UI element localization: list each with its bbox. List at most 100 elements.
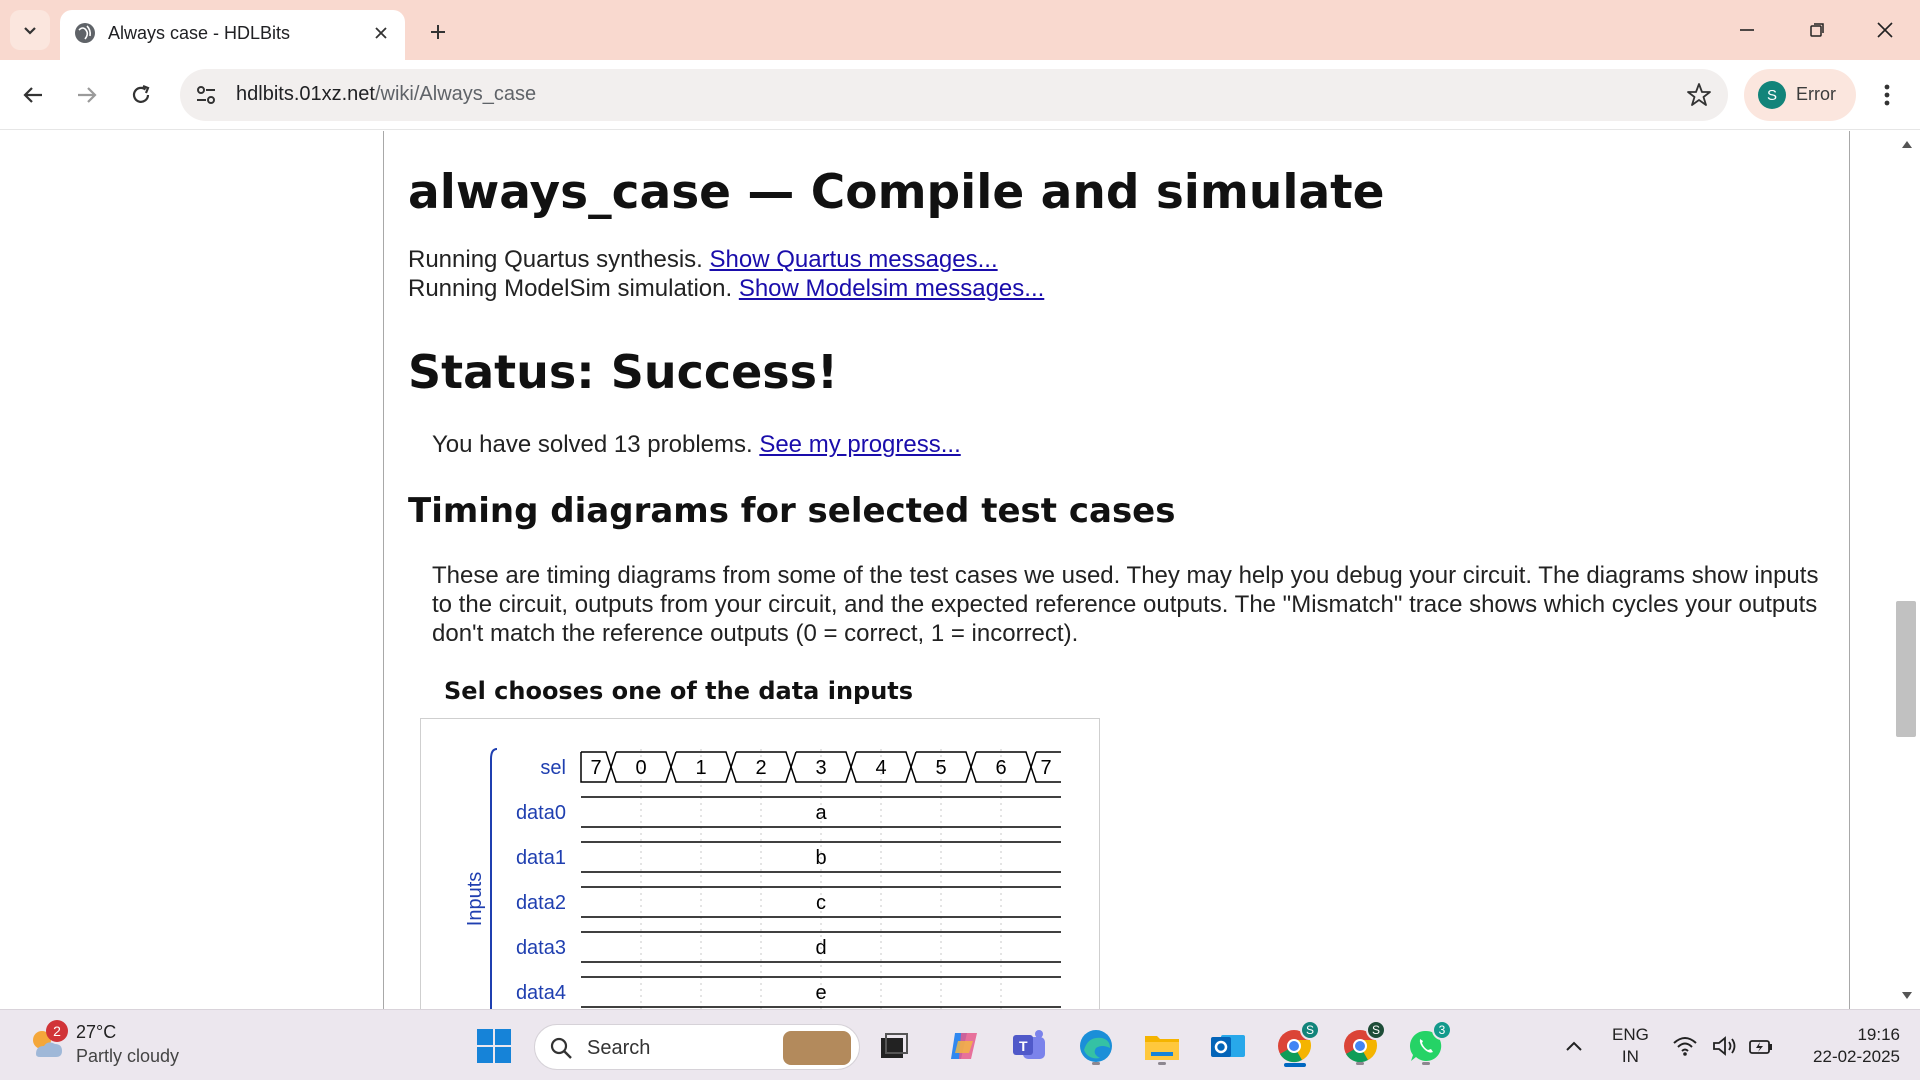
start-button[interactable] xyxy=(472,1024,516,1068)
minimize-icon xyxy=(1740,29,1754,31)
url-path: /wiki/Always_case xyxy=(374,83,537,105)
sel-value-label: 3 xyxy=(815,757,826,779)
signal-label-data0: data0 xyxy=(516,802,566,824)
active-tab[interactable]: Always case - HDLBits xyxy=(60,10,405,60)
page-title: always_case — Compile and simulate xyxy=(408,165,1385,220)
signal-label-data4: data4 xyxy=(516,982,566,1004)
profile-button[interactable]: S Error xyxy=(1744,69,1856,121)
weather-temperature[interactable]: 27°C xyxy=(76,1022,116,1043)
group-bracket xyxy=(490,748,498,1009)
sel-value-label: 7 xyxy=(1040,757,1051,779)
show-hidden-icons-button[interactable] xyxy=(1552,1024,1596,1068)
tab-close-button[interactable] xyxy=(366,18,396,48)
globe-icon xyxy=(75,23,95,43)
teams-button[interactable]: T xyxy=(1008,1024,1052,1068)
search-placeholder: Search xyxy=(587,1037,651,1059)
file-explorer-button[interactable] xyxy=(1140,1024,1184,1068)
signal-label-data3: data3 xyxy=(516,937,566,959)
sel-value-label: 4 xyxy=(875,757,886,779)
task-view-button[interactable] xyxy=(872,1024,916,1068)
see-progress-link[interactable]: See my progress... xyxy=(759,431,960,458)
scroll-up-icon[interactable] xyxy=(1901,139,1913,149)
weather-description[interactable]: Partly cloudy xyxy=(76,1046,179,1067)
arrow-left-icon xyxy=(23,87,42,103)
page-scrollbar[interactable] xyxy=(1894,131,1920,1009)
tab-title: Always case - HDLBits xyxy=(108,23,291,43)
volume-status[interactable] xyxy=(1708,1024,1742,1068)
timing-diagram: Inputs sel 7 0 1 2 3 4 5 6 7 data0 a data1 b data2 c data… xyxy=(420,718,1100,1009)
restore-button[interactable] xyxy=(1792,10,1842,50)
quartus-text: Running Quartus synthesis. xyxy=(408,246,710,273)
signal-label-sel: sel xyxy=(540,757,566,779)
running-indicator xyxy=(1356,1062,1364,1065)
browser-menu-button[interactable] xyxy=(1872,76,1902,114)
language-code: ENG xyxy=(1612,1025,1649,1044)
tab-search-button[interactable] xyxy=(10,10,50,50)
show-quartus-link[interactable]: Show Quartus messages... xyxy=(710,246,998,273)
url-host: hdlbits.01xz.net xyxy=(236,83,375,105)
signal-label-data2: data2 xyxy=(516,892,566,914)
region-code: IN xyxy=(1621,1047,1639,1066)
close-window-button[interactable] xyxy=(1860,10,1910,50)
back-button[interactable] xyxy=(14,76,52,114)
address-bar[interactable]: hdlbits.01xz.net/wiki/Always_case xyxy=(180,69,1728,121)
modelsim-text: Running ModelSim simulation. xyxy=(408,275,739,302)
more-vertical-icon xyxy=(1884,84,1890,106)
modelsim-line: Running ModelSim simulation. Show Models… xyxy=(408,275,1044,303)
search-icon xyxy=(550,1037,572,1059)
language-indicator[interactable]: ENG IN xyxy=(1612,1024,1649,1068)
taskbar-search-box[interactable]: Search xyxy=(534,1024,860,1070)
bus-value-data4: e xyxy=(815,982,826,1004)
testcase-title: Sel chooses one of the data inputs xyxy=(444,677,914,705)
wifi-status[interactable] xyxy=(1668,1024,1702,1068)
system-clock[interactable]: 19:16 22-02-2025 xyxy=(1790,1024,1900,1068)
volume-icon xyxy=(1713,1036,1736,1056)
bus-value-data1: b xyxy=(815,847,826,869)
chevron-down-icon xyxy=(24,27,36,35)
clock-date: 22-02-2025 xyxy=(1813,1047,1900,1066)
chrome-profile-badge: S xyxy=(1300,1020,1320,1040)
outlook-button[interactable] xyxy=(1206,1024,1250,1068)
avatar: S xyxy=(1758,81,1786,109)
page-viewport: always_case — Compile and simulate Runni… xyxy=(0,131,1920,1009)
arrow-right-icon xyxy=(78,87,97,103)
reload-icon xyxy=(132,84,150,103)
chrome-profile-badge: S xyxy=(1366,1020,1386,1040)
copilot-icon xyxy=(951,1033,977,1059)
sel-value-label: 0 xyxy=(635,757,646,779)
plus-icon xyxy=(431,25,445,39)
minimize-button[interactable] xyxy=(1722,10,1772,50)
forward-button[interactable] xyxy=(68,76,106,114)
bookmark-star-icon[interactable] xyxy=(1686,82,1712,108)
sel-value-label: 6 xyxy=(995,757,1006,779)
running-indicator xyxy=(1422,1062,1430,1065)
timing-heading: Timing diagrams for selected test cases xyxy=(408,491,1176,531)
signal-label-data1: data1 xyxy=(516,847,566,869)
task-view-icon xyxy=(881,1033,908,1058)
whatsapp-button[interactable]: 3 xyxy=(1404,1020,1452,1068)
search-highlight-image xyxy=(783,1031,851,1065)
close-icon xyxy=(1877,22,1893,38)
running-indicator xyxy=(1158,1062,1166,1065)
folder-icon xyxy=(1145,1036,1179,1060)
scroll-down-icon[interactable] xyxy=(1901,991,1913,1001)
sel-value-label: 7 xyxy=(590,757,601,779)
scrollbar-thumb[interactable] xyxy=(1896,601,1916,737)
tab-strip: Always case - HDLBits xyxy=(0,0,1920,60)
solved-text: You have solved 13 problems. xyxy=(432,431,760,458)
whatsapp-notification-badge: 3 xyxy=(1432,1020,1452,1040)
show-modelsim-link[interactable]: Show Modelsim messages... xyxy=(739,275,1044,302)
running-indicator xyxy=(1092,1062,1100,1065)
reload-button[interactable] xyxy=(122,76,160,114)
site-settings-icon[interactable] xyxy=(194,83,218,107)
profile-status-label: Error xyxy=(1796,84,1836,104)
quartus-line: Running Quartus synthesis. Show Quartus … xyxy=(408,246,998,274)
edge-button[interactable] xyxy=(1074,1024,1118,1068)
sel-value-label: 2 xyxy=(755,757,766,779)
chrome-button-2[interactable]: S xyxy=(1338,1020,1386,1068)
new-tab-button[interactable] xyxy=(420,14,456,50)
copilot-button[interactable] xyxy=(942,1024,986,1068)
battery-charging-icon xyxy=(1749,1040,1772,1054)
chrome-button-active[interactable]: S xyxy=(1272,1020,1320,1068)
battery-status[interactable] xyxy=(1744,1024,1778,1068)
